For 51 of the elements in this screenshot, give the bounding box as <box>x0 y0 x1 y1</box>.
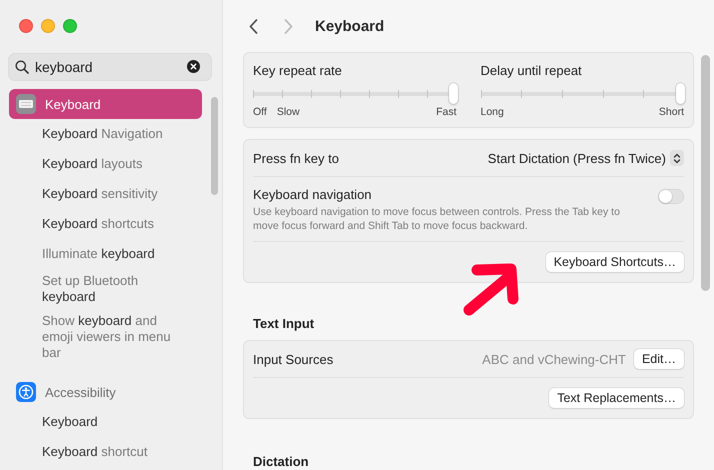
search-result[interactable]: Show keyboard and emoji viewers in menu bar <box>9 309 202 365</box>
clear-icon[interactable] <box>187 60 200 73</box>
chevron-right-icon <box>284 18 293 34</box>
search-result[interactable]: Keyboard shortcut <box>9 437 202 467</box>
slider-mark-label: Short <box>658 106 684 118</box>
sidebar-item[interactable]: Accessibility <box>9 377 202 407</box>
setting-description: Use keyboard navigation to move focus between controls. Press the Tab key to move focus forward and Shift Tab to move focus backward. <box>253 205 621 233</box>
minimize-button[interactable] <box>41 19 55 33</box>
slider[interactable] <box>253 83 456 105</box>
setting-value: ABC and vChewing-CHT <box>482 352 626 366</box>
section-heading: Text Input <box>253 316 316 331</box>
sidebar-item-label: Keyboard <box>45 96 101 112</box>
search-result[interactable]: Keyboard layouts <box>9 149 202 179</box>
search-result[interactable]: Keyboard shortcuts <box>9 209 202 239</box>
setting-label: Press fn key to <box>253 150 339 166</box>
slider-mark-label: Slow <box>276 106 300 118</box>
scrollbar[interactable] <box>211 97 218 195</box>
search-icon <box>15 60 29 74</box>
search-result[interactable]: Keyboard sensitivity <box>9 179 202 209</box>
sidebar-item[interactable]: Keyboard <box>9 89 202 119</box>
search-result[interactable]: Keyboard Navigation <box>9 119 202 149</box>
text-replacements-button[interactable]: Text Replacements… <box>549 388 684 408</box>
search-result[interactable]: Illuminate keyboard <box>9 239 202 269</box>
window-title: Keyboard <box>315 18 384 34</box>
slider-mark-label: Off <box>253 106 267 118</box>
search-result[interactable]: Set up Bluetooth keyboard <box>9 269 202 309</box>
keyboard-shortcuts-button[interactable]: Keyboard Shortcuts… <box>546 252 684 272</box>
scrollbar[interactable] <box>701 55 710 291</box>
slider-mark-label: Long <box>480 106 504 118</box>
slider-label: Delay until repeat <box>480 63 583 78</box>
accessibility-icon <box>16 382 36 402</box>
toggle-switch[interactable] <box>658 189 684 204</box>
slider-thumb[interactable] <box>676 83 685 104</box>
setting-label: Keyboard navigation <box>253 187 373 202</box>
edit-button[interactable]: Edit… <box>634 349 684 369</box>
setting-label: Input Sources <box>253 352 334 366</box>
sidebar-item-label: Accessibility <box>45 384 116 400</box>
search-result[interactable]: Keyboard <box>9 407 202 437</box>
popup-menu[interactable]: Start Dictation (Press fn Twice) <box>488 150 684 166</box>
updown-icon <box>673 152 681 164</box>
arrow-annotation <box>463 262 521 316</box>
section-heading: Dictation <box>253 454 310 469</box>
chevron-left-icon <box>249 18 258 34</box>
close-button[interactable] <box>19 19 33 33</box>
search-field[interactable]: keyboard <box>8 53 212 81</box>
slider-label: Key repeat rate <box>253 63 343 78</box>
keyboard-icon <box>16 94 36 114</box>
slider-mark-label: Fast <box>436 106 456 118</box>
zoom-button[interactable] <box>63 19 77 33</box>
slider[interactable] <box>480 83 684 105</box>
slider-thumb[interactable] <box>448 83 458 104</box>
